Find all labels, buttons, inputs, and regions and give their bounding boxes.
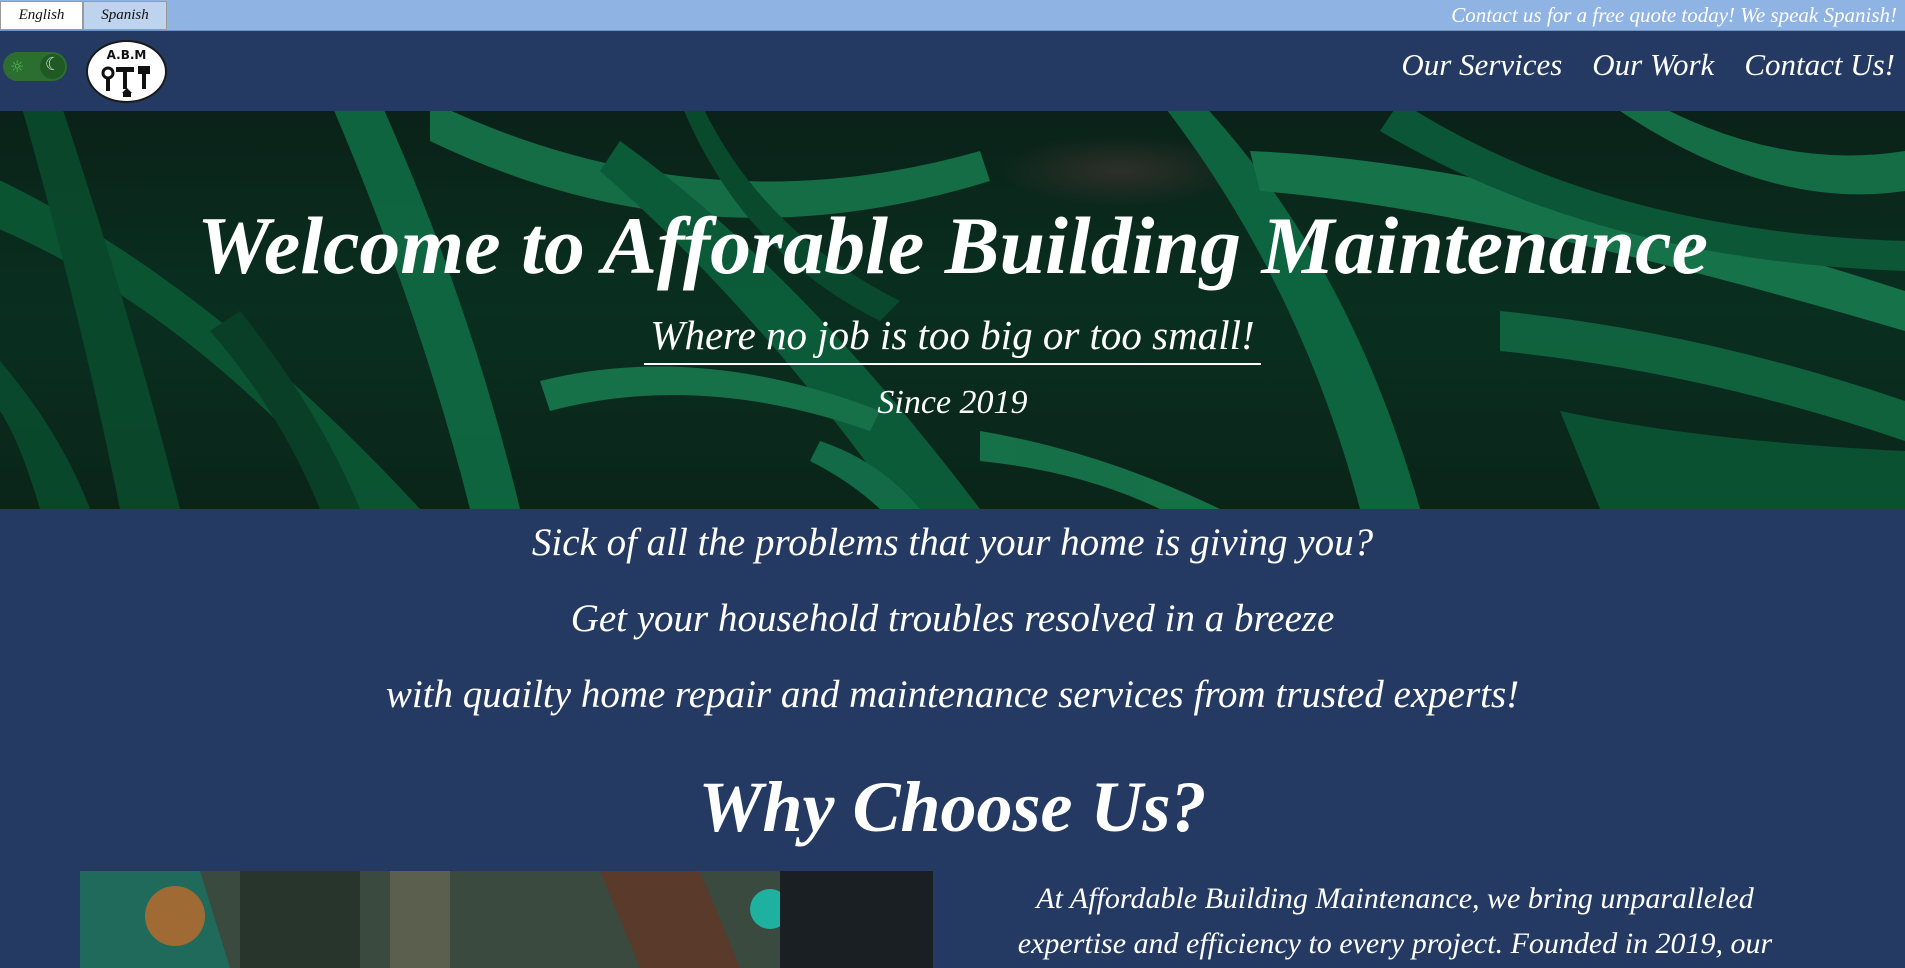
announcement-text: Contact us for a free quote today! We sp… [1451, 3, 1897, 27]
sun-icon: ☼ [10, 57, 25, 76]
intro-line: Get your household troubles resolved in … [570, 597, 1335, 640]
main-nav: Our Services Our Work Contact Us! [1401, 47, 1895, 83]
intro-section: Sick of all the problems that your home … [0, 520, 1905, 748]
nav-our-work[interactable]: Our Work [1592, 47, 1714, 83]
hero-title: Welcome to Afforable Building Maintenanc… [197, 200, 1708, 291]
tools-logo-icon [101, 66, 150, 97]
intro-line: with quailty home repair and maintenance… [385, 673, 1520, 716]
why-choose-us-image [80, 871, 933, 968]
moon-icon: ☾ [44, 54, 61, 75]
english-button[interactable]: English [0, 1, 83, 30]
site-header: ☼ ☾ A.B.M Our Services Our Work Contact … [0, 31, 1905, 111]
nav-contact-us[interactable]: Contact Us! [1744, 47, 1895, 83]
workers-photo [80, 871, 933, 968]
why-choose-us-title: Why Choose Us? [698, 767, 1207, 847]
site-logo[interactable]: A.B.M [86, 40, 167, 103]
why-choose-us-text: At Affordable Building Maintenance, we b… [1017, 882, 1773, 960]
leaves-background-image [0, 111, 1905, 509]
spanish-button[interactable]: Spanish [83, 1, 167, 30]
intro-line: Sick of all the problems that your home … [531, 521, 1374, 564]
logo-text: A.B.M [106, 48, 147, 62]
hero-section: Welcome to Afforable Building Maintenanc… [0, 111, 1905, 509]
theme-toggle[interactable]: ☼ ☾ [3, 52, 67, 81]
language-bar: English Spanish Contact us for a free qu… [0, 0, 1905, 31]
nav-our-services[interactable]: Our Services [1401, 47, 1562, 83]
hero-subtitle: Where no job is too big or too small! [644, 311, 1261, 365]
hero-since: Since 2019 [877, 384, 1028, 421]
